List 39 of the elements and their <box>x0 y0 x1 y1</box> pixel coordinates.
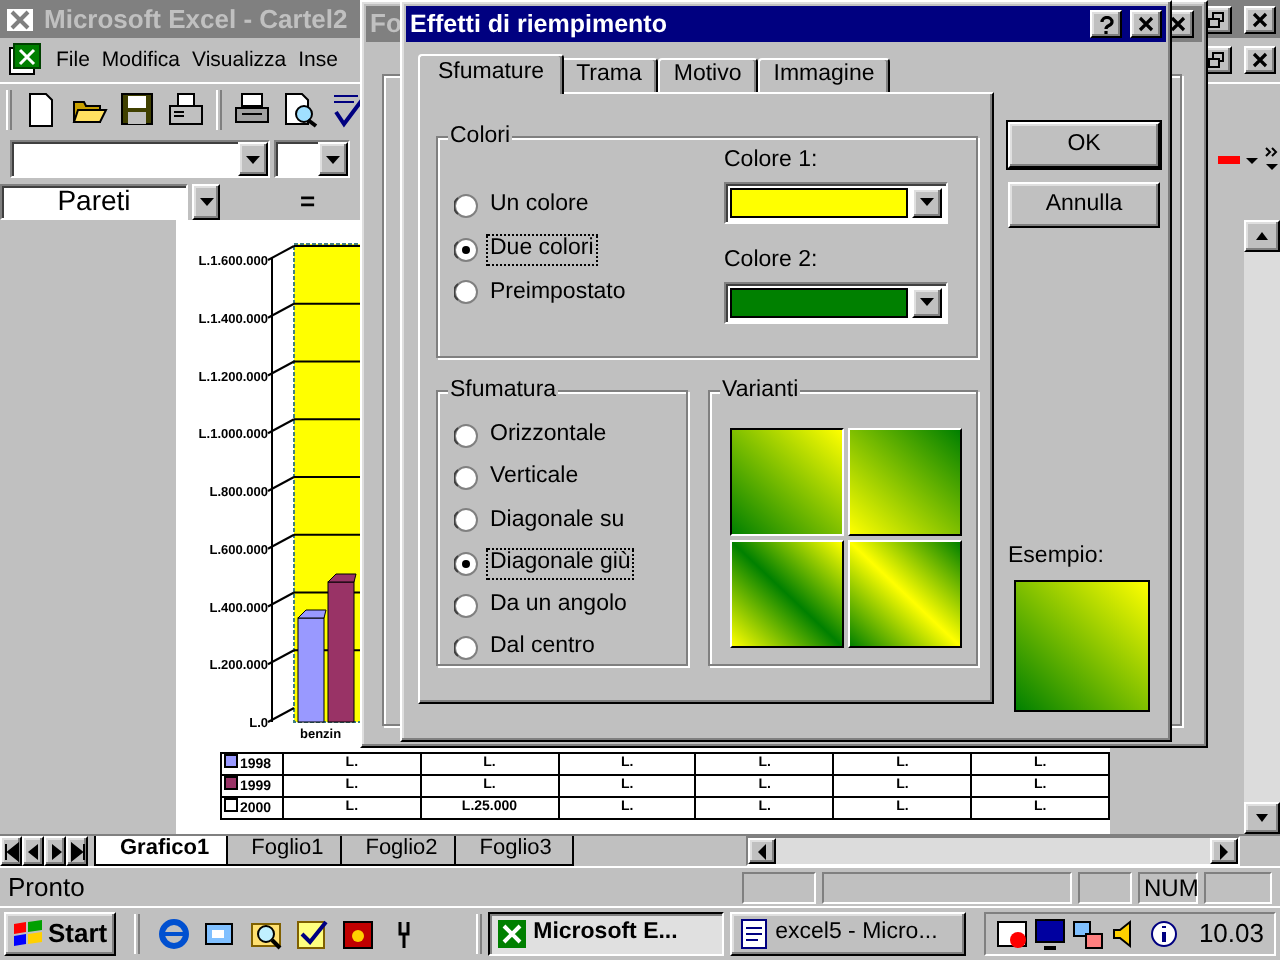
sheet-tab[interactable]: Grafico1 <box>94 836 232 866</box>
radio-button[interactable]: Preimpostato <box>454 277 724 309</box>
menu-item[interactable]: Visualizza <box>192 47 287 73</box>
tab[interactable]: Sfumature <box>418 54 565 94</box>
start-button[interactable]: Start <box>4 912 116 956</box>
group-label: Colori <box>448 124 513 148</box>
tab[interactable]: Trama <box>560 58 658 92</box>
field-label: Colore 2: <box>724 247 820 276</box>
dialog-button[interactable]: Annulla <box>1008 182 1160 228</box>
radio-button[interactable]: Un colore <box>454 190 724 222</box>
dialog-title: Fo <box>370 8 402 40</box>
clock: 10.03 <box>1198 918 1264 950</box>
tab[interactable]: Immagine <box>757 58 891 92</box>
radio-button[interactable]: Dal centro <box>454 632 686 665</box>
menu-item[interactable]: Inse <box>298 47 338 73</box>
group-label: Sfumatura <box>448 378 559 402</box>
sheet-tab[interactable]: Foglio1 <box>225 836 346 866</box>
status-indicator: NUM <box>1138 871 1198 903</box>
taskbar-button[interactable]: excel5 - Micro... <box>729 912 966 956</box>
status-text: Pronto <box>8 871 85 903</box>
radio-button[interactable]: Diagonale su <box>454 505 686 537</box>
radio-button[interactable]: Verticale <box>454 462 686 495</box>
sample-label: Esempio: <box>1008 544 1106 572</box>
formula-sign[interactable]: = <box>300 184 316 220</box>
menu-item[interactable]: Modifica <box>101 47 181 73</box>
sheet-tab[interactable]: Foglio3 <box>453 836 574 866</box>
name-box[interactable]: Pareti <box>0 184 188 220</box>
group-label: Varianti <box>720 378 801 402</box>
field-label: Colore 1: <box>724 148 820 176</box>
sheet-tab[interactable]: Foglio2 <box>339 836 460 866</box>
tab[interactable]: Motivo <box>657 58 758 92</box>
dialog-title: Effetti di riempimento <box>410 9 667 39</box>
window-title: Microsoft Excel - Cartel2 <box>44 3 348 35</box>
radio-button[interactable]: Orizzontale <box>454 420 686 452</box>
dialog-button[interactable]: OK <box>1008 122 1160 168</box>
taskbar-button[interactable]: Microsoft E... <box>487 912 724 956</box>
menu-item[interactable]: File <box>56 47 90 73</box>
radio-button[interactable]: Da un angolo <box>454 590 686 622</box>
radio-button[interactable]: Due colori <box>454 233 724 266</box>
